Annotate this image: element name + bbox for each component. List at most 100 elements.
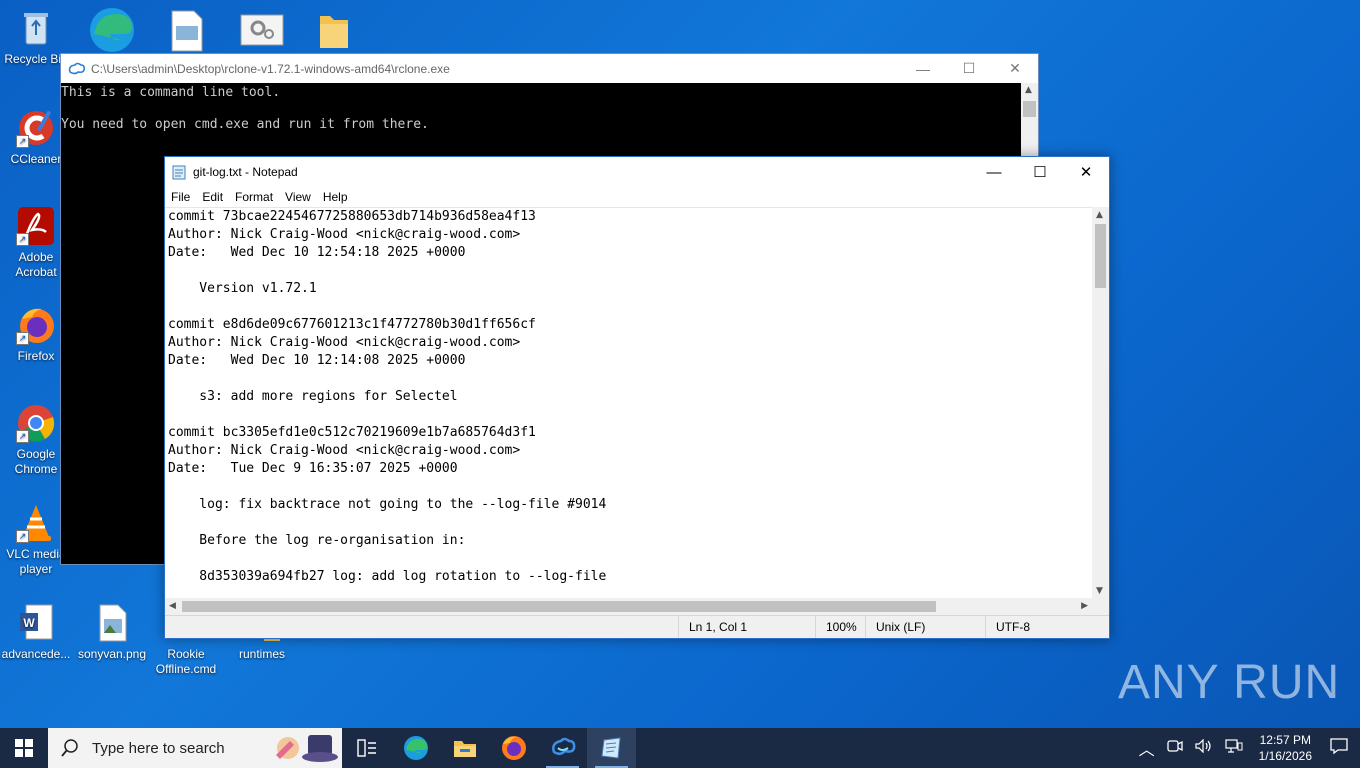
notepad-titlebar[interactable]: git-log.txt - Notepad — ☐ ✕ — [165, 157, 1109, 187]
minimize-icon: — — [916, 60, 930, 77]
desktop-icon-image[interactable] — [170, 10, 204, 52]
notepad-window[interactable]: git-log.txt - Notepad — ☐ ✕ File Edit Fo… — [164, 156, 1110, 639]
menu-view[interactable]: View — [279, 190, 317, 204]
desktop-icon-settings[interactable] — [240, 14, 284, 46]
notepad-maximize-button[interactable]: ☐ — [1017, 158, 1063, 187]
desktop-icon-label: Rookie Offline.cmd — [155, 647, 217, 676]
maximize-icon: ☐ — [1033, 164, 1047, 181]
taskbar-search-box[interactable]: Type here to search — [48, 728, 342, 768]
scroll-down-icon[interactable]: ▼ — [1096, 586, 1103, 596]
cmd-scroll-thumb[interactable] — [1023, 101, 1036, 117]
notification-icon — [1330, 737, 1348, 754]
shortcut-arrow-icon: ↗ — [16, 430, 29, 443]
menu-edit[interactable]: Edit — [196, 190, 229, 204]
vlc-icon: ↗ — [16, 503, 56, 543]
desktop-icon-folder[interactable] — [318, 10, 350, 50]
menu-format[interactable]: Format — [229, 190, 279, 204]
minimize-icon: — — [986, 163, 1002, 181]
cmd-line — [61, 101, 1038, 117]
status-encoding: UTF-8 — [985, 616, 1096, 638]
file-explorer-icon — [453, 741, 476, 757]
cmd-maximize-button[interactable]: ☐ — [946, 54, 992, 83]
svg-text:W: W — [23, 616, 35, 630]
scroll-right-icon[interactable]: ▶ — [1081, 601, 1088, 611]
scroll-up-icon[interactable]: ▲ — [1025, 85, 1032, 95]
desktop-icon-edge[interactable] — [88, 6, 136, 54]
desktop-icon-label: sonyvan.png — [77, 647, 147, 661]
menu-file[interactable]: File — [165, 190, 196, 204]
tray-network[interactable] — [1219, 738, 1249, 758]
network-icon — [1225, 738, 1243, 753]
cmd-line: This is a command line tool. — [61, 85, 281, 100]
notepad-vscroll-thumb[interactable] — [1095, 224, 1106, 288]
taskbar-rclone[interactable] — [538, 728, 587, 768]
taskbar-task-view[interactable] — [342, 728, 391, 768]
chevron-up-icon: ︿ — [1138, 742, 1155, 759]
notepad-title: git-log.txt - Notepad — [193, 165, 298, 179]
ccleaner-icon: ↗ — [16, 108, 56, 148]
tray-chevron[interactable]: ︿ — [1133, 736, 1161, 760]
notepad-icon — [172, 165, 186, 180]
search-icon — [61, 739, 78, 757]
desktop-icon-image-file[interactable]: sonyvan.png — [76, 603, 148, 662]
desktop-icon-label: VLC media player — [6, 547, 66, 576]
meet-now-icon — [1166, 739, 1183, 752]
desktop-icon-label: advancede... — [1, 647, 71, 661]
notepad-horizontal-scrollbar[interactable]: ◀ ▶ — [165, 598, 1092, 615]
scrollbar-corner — [1092, 598, 1109, 615]
maximize-icon: ☐ — [962, 60, 976, 76]
notepad-minimize-button[interactable]: — — [971, 158, 1017, 187]
desktop-icon-label: runtimes — [238, 647, 285, 661]
start-button[interactable] — [0, 728, 48, 768]
status-zoom: 100% — [815, 616, 866, 638]
chrome-icon: ↗ — [16, 403, 56, 443]
edge-icon — [403, 736, 428, 760]
cmd-close-button[interactable]: ✕ — [992, 54, 1038, 83]
cmd-minimize-button[interactable]: — — [900, 54, 946, 83]
firefox-icon: ↗ — [16, 305, 56, 345]
notification-center-button[interactable] — [1322, 737, 1360, 759]
clock-date: 1/16/2026 — [1258, 749, 1312, 763]
shortcut-arrow-icon: ↗ — [16, 135, 29, 148]
desktop-icon-label: Adobe Acrobat — [15, 250, 57, 279]
system-tray: ︿ 12:57 PM 1/16/2026 — [1133, 728, 1360, 768]
search-highlight-icon — [276, 735, 338, 762]
taskbar-clock[interactable]: 12:57 PM 1/16/2026 — [1249, 732, 1322, 764]
recycle-bin-icon — [16, 8, 56, 48]
notepad-text-area[interactable]: commit 73bcae2245467725880653db714b936d5… — [165, 207, 1092, 599]
scroll-left-icon[interactable]: ◀ — [169, 601, 176, 611]
firefox-icon — [501, 736, 526, 760]
task-view-icon — [356, 739, 376, 757]
notepad-icon — [600, 737, 621, 759]
close-icon: ✕ — [1009, 60, 1021, 76]
scroll-up-icon[interactable]: ▲ — [1096, 210, 1103, 220]
shortcut-arrow-icon: ↗ — [16, 332, 29, 345]
notepad-status-bar: Ln 1, Col 1 100% Unix (LF) UTF-8 — [165, 615, 1109, 638]
volume-icon — [1195, 738, 1211, 753]
acrobat-icon: ↗ — [16, 206, 56, 246]
cmd-output: This is a command line tool. You need to … — [61, 83, 1038, 133]
menu-help[interactable]: Help — [317, 190, 354, 204]
notepad-close-button[interactable]: ✕ — [1063, 158, 1109, 187]
word-document-icon: W — [16, 603, 56, 643]
edge-icon — [90, 8, 134, 52]
close-icon: ✕ — [1079, 164, 1093, 181]
notepad-menubar: File Edit Format View Help — [165, 187, 1109, 207]
rclone-icon — [68, 62, 85, 74]
taskbar-notepad[interactable] — [587, 728, 636, 768]
windows-logo-icon — [15, 739, 33, 757]
shortcut-arrow-icon: ↗ — [16, 530, 29, 543]
taskbar-edge[interactable] — [391, 728, 440, 768]
desktop-icon-word-document[interactable]: W advancede... — [0, 603, 72, 662]
desktop-icon-label: Google Chrome — [14, 447, 58, 476]
notepad-hscroll-thumb[interactable] — [182, 601, 936, 612]
taskbar-file-explorer[interactable] — [440, 728, 489, 768]
image-file-icon — [171, 10, 203, 52]
tray-volume[interactable] — [1189, 738, 1219, 758]
cmd-titlebar[interactable]: C:\Users\admin\Desktop\rclone-v1.72.1-wi… — [61, 54, 1038, 83]
tray-meet[interactable] — [1161, 739, 1189, 758]
rclone-icon — [551, 737, 575, 755]
taskbar-firefox[interactable] — [489, 728, 538, 768]
cmd-title: C:\Users\admin\Desktop\rclone-v1.72.1-wi… — [91, 61, 450, 76]
notepad-vertical-scrollbar[interactable]: ▲ ▼ — [1092, 207, 1109, 598]
